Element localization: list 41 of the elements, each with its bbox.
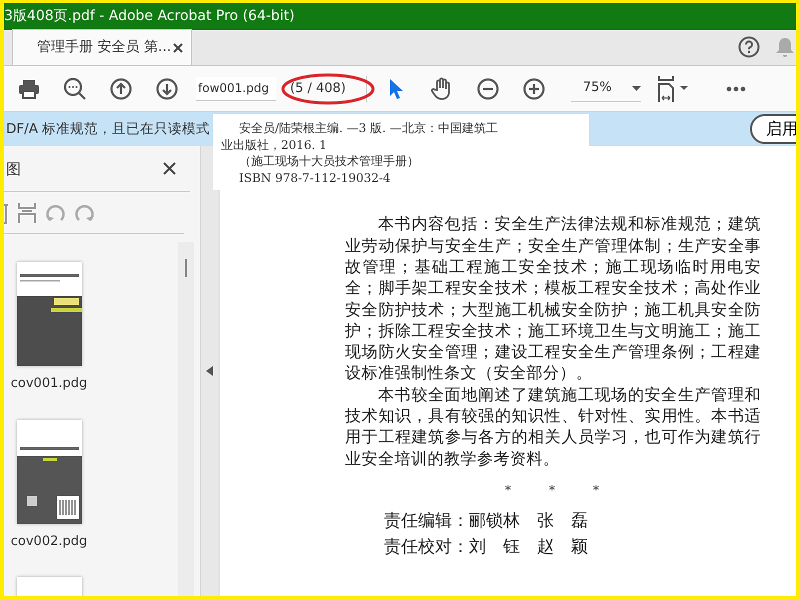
arrow-down-icon[interactable]	[156, 78, 178, 100]
window-title: 3版408页.pdf - Adobe Acrobat Pro (64-bit)	[4, 3, 796, 30]
search-icon[interactable]	[63, 76, 87, 100]
document-tab[interactable]: 管理手册 安全员 第...	[12, 29, 192, 65]
help-icon[interactable]	[738, 36, 760, 58]
credit-line: 责任校对：刘 钰 赵 颖	[384, 536, 589, 559]
scrollbar-thumb[interactable]	[185, 259, 187, 278]
fit-page-icon[interactable]	[656, 76, 691, 102]
close-icon[interactable]	[163, 162, 176, 176]
thumbnail-label: cov002.pdg	[10, 532, 88, 551]
page-thumbnail[interactable]	[16, 262, 82, 366]
catalog-line: 安全员/陆荣根主编. —3 版. —北京：中国建筑工	[238, 120, 499, 137]
collapse-arrow-icon[interactable]	[206, 366, 213, 376]
credit-line: 责任编辑：郦锁林 张 磊	[384, 510, 589, 533]
page-number-field[interactable]: fow001.pdg	[196, 76, 276, 100]
arrow-up-icon[interactable]	[110, 78, 132, 100]
body-paragraph: 本书较全面地阐述了建筑施工现场的安全生产管理和技术知识，具有较强的知识性、针对性、实用性。本书适用于工程建筑参与各方的相关人员学习，也可作为建筑行业安全培训的教学参考资料。	[345, 384, 761, 469]
panel-title: 图	[6, 158, 21, 180]
body-paragraph: 本书内容包括：安全生产法律法规和标准规范；建筑业劳动保护与安全生产；安全生产管理体制；生产安全事故管理；基础工程施工安全技术；施工现场临时用电安全；脚手架工程安全技术；模板工程安全技术；高处作业安全防护技术；大型施工机械安全防护；施工机具安全防护；拆除工程安全技术；施工环境卫生与文明施工；施工现场防火安全管理；建设工程安全生产管理条例；工程建设标准强制性条文（安全部分）。	[345, 213, 761, 384]
pointer-tool-icon[interactable]	[388, 78, 404, 100]
page-thumbnail[interactable]	[16, 420, 82, 524]
enable-button[interactable]: 启用	[750, 114, 796, 144]
zoom-out-icon[interactable]	[476, 78, 499, 100]
catalog-line: （施工现场十大员技术管理手册）	[238, 153, 420, 170]
close-icon[interactable]	[173, 42, 183, 52]
zoom-dropdown[interactable]: 75%	[570, 76, 641, 102]
info-message: DF/A 标准规范，且已在只读模式	[6, 120, 210, 140]
asterisk: *	[593, 482, 599, 499]
page-count: (5 / 408)	[289, 80, 347, 98]
catalog-line: ISBN 978-7-112-19032-4	[238, 170, 392, 186]
tab-label: 管理手册 安全员 第...	[37, 38, 172, 57]
more-icon[interactable]	[726, 86, 746, 92]
print-icon[interactable]	[18, 78, 40, 98]
asterisk: *	[549, 482, 555, 499]
asterisk: *	[505, 482, 511, 499]
caret-icon[interactable]	[632, 86, 641, 90]
scrollbar-track[interactable]	[178, 242, 194, 596]
zoom-in-icon[interactable]	[522, 78, 545, 100]
extract-page-icon[interactable]	[18, 202, 36, 224]
thumbnail-label: cov001.pdg	[10, 375, 88, 394]
catalog-line: 业出版社，2016. 1	[221, 136, 328, 154]
